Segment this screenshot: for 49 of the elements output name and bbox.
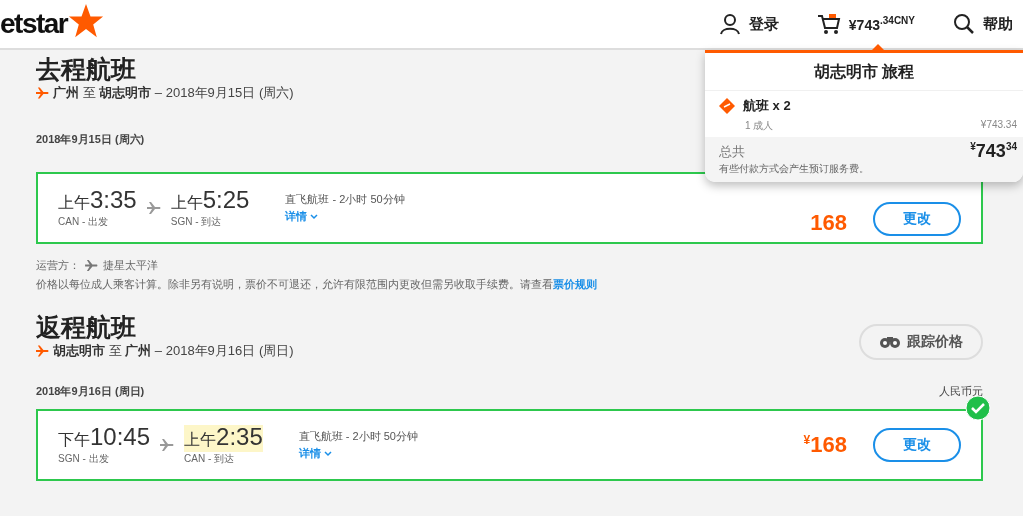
fare-note: 价格以每位成人乘客计算。除非另有说明，票价不可退还，允许有限范围内更改但需另收取手续费。请查看票价规则 <box>36 277 598 292</box>
arrival-time: 上午5:25 <box>170 187 250 215</box>
item-price: ¥743.34 <box>980 119 1017 132</box>
user-icon[interactable] <box>718 13 741 35</box>
track-price-button[interactable]: 跟踪价格 <box>859 324 983 360</box>
passenger-count: 1 成人 <box>745 119 774 133</box>
total-price: $^{¥}$743$^{34}$ <box>970 141 1017 162</box>
plane-icon <box>146 202 161 214</box>
arrival-time: 上午2:35 <box>184 424 263 452</box>
route-text: 广州 至 胡志明市 – 2018年9月15日 (周六) <box>53 84 294 102</box>
details-link[interactable]: 详情 <box>285 209 319 224</box>
dropdown-title: 胡志明市 旅程 <box>705 53 1023 91</box>
route-text: 胡志明市 至 广州 – 2018年9月16日 (周日) <box>53 342 294 360</box>
arrival-airport: SGN - 到达 <box>170 214 223 229</box>
airline-name: 捷星太平洋 <box>103 258 158 273</box>
ticket-icon <box>719 98 735 114</box>
total-label: 总共 <box>719 142 745 161</box>
cart-icon[interactable] <box>816 13 841 35</box>
departure-airport: CAN - 出发 <box>58 214 109 229</box>
star-icon <box>68 3 105 39</box>
departure-time: 下午10:45 <box>58 424 151 452</box>
logo-text[interactable]: etstar <box>0 8 68 40</box>
item-label: 航班 x 2 <box>743 97 791 115</box>
flight-card[interactable]: 下午10:45 SGN - 出发 上午2:35 CAN - 到达 直飞航班 - 2小时 50分钟 详情 $^{¥}$168 更改 <box>36 409 983 481</box>
currency-label: 人民币元 <box>939 384 983 399</box>
plane-icon <box>160 439 175 451</box>
login-link[interactable]: 登录 <box>748 14 779 34</box>
flight-duration: 直飞航班 - 2小时 50分钟 <box>285 192 405 207</box>
help-link[interactable]: 帮助 <box>983 14 1013 34</box>
arrival-airport: CAN - 到达 <box>184 451 236 466</box>
plane-icon <box>36 87 49 99</box>
flight-duration: 直飞航班 - 2小时 50分钟 <box>298 429 418 444</box>
fare-price: 168 <box>810 210 847 236</box>
departure-time: 上午3:35 <box>58 187 137 215</box>
chevron-icon <box>310 213 319 220</box>
plane-icon <box>36 345 49 357</box>
plane-icon <box>85 260 98 271</box>
date-label: 2018年9月16日 (周日) <box>36 384 145 399</box>
section-title: 返程航班 <box>36 312 137 342</box>
cart-total[interactable]: ¥743$^{.34CNY}$ <box>848 15 915 33</box>
operator-label: 运营方： <box>36 258 80 273</box>
departure-airport: SGN - 出发 <box>58 451 110 466</box>
chevron-icon <box>323 450 332 457</box>
section-title: 去程航班 <box>36 54 137 84</box>
date-label: 2018年9月15日 (周六) <box>36 132 145 147</box>
details-link[interactable]: 详情 <box>298 446 332 461</box>
binoculars-icon <box>879 335 901 349</box>
fare-price: $^{¥}$168 <box>803 432 847 458</box>
search-icon[interactable] <box>953 13 975 35</box>
